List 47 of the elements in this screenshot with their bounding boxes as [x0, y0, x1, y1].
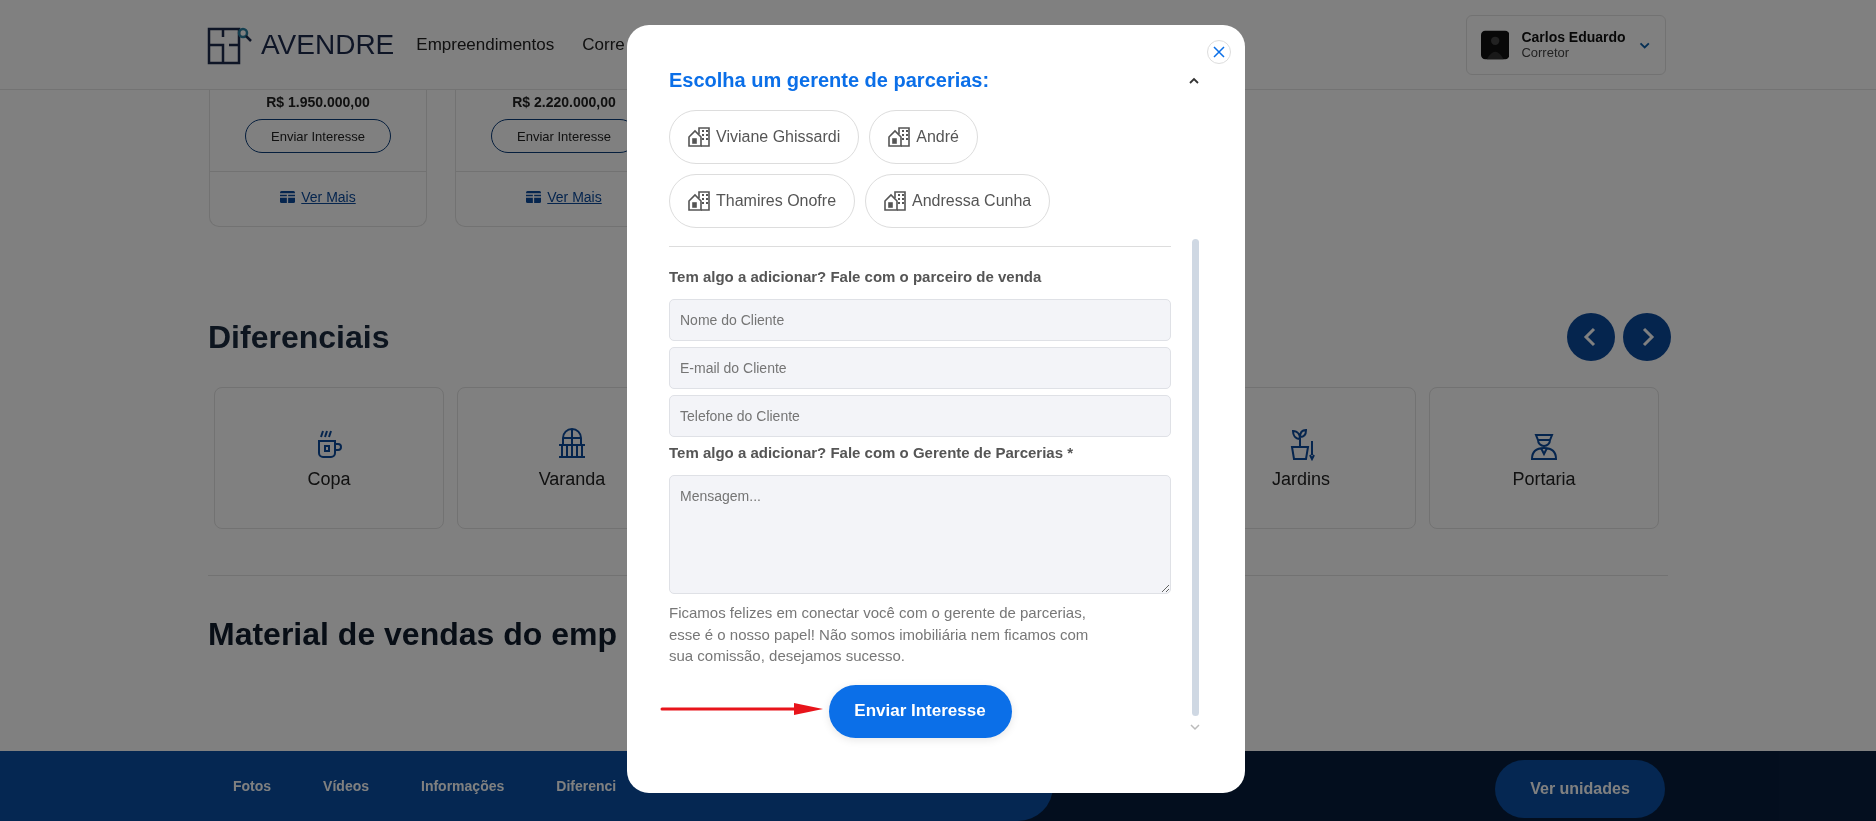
info-text: Ficamos felizes em conectar você com o gerente de parcerias, esse é o nosso papel! Não somos imobiliária nem ficamos com sua comissão, desejamos sucesso.	[669, 603, 1090, 666]
manager-chip[interactable]: Andressa Cunha	[865, 174, 1051, 228]
manager-chip[interactable]: André	[869, 110, 978, 164]
user-role: Corretor	[1521, 45, 1571, 60]
collapse-icon	[1189, 76, 1199, 85]
feature-label: Copa	[307, 468, 351, 490]
view-more-link[interactable]: Ver Mais	[547, 189, 602, 205]
section-title: Diferenciais	[208, 318, 390, 356]
input-field[interactable]: E-mail do Cliente	[669, 347, 1171, 389]
table-icon	[526, 191, 542, 203]
message-field[interactable]: Mensagem...	[669, 475, 1171, 594]
feature-label: Portaria	[1512, 468, 1576, 490]
table-icon	[280, 191, 296, 203]
section-tab[interactable]: Fotos	[233, 778, 272, 794]
section-tab[interactable]: Diferenci	[556, 778, 617, 794]
close-button[interactable]	[1207, 40, 1231, 64]
nav-link[interactable]: Corre	[582, 34, 625, 55]
buildings-icon	[888, 127, 911, 147]
section-tab[interactable]: Informações	[421, 778, 505, 794]
user-name: Carlos Eduardo	[1521, 29, 1626, 45]
submit-button[interactable]: Enviar Interesse	[828, 684, 1012, 738]
close-icon	[1213, 46, 1225, 58]
section-title: Material de vendas do emp	[208, 616, 617, 653]
units-button[interactable]: Ver unidades	[1495, 760, 1665, 818]
user-menu[interactable]: Carlos Eduardo Corretor	[1466, 14, 1666, 75]
interest-button[interactable]: Enviar Interesse	[245, 119, 391, 153]
nav-link[interactable]: Empreendimentos	[416, 34, 555, 55]
manager-chip[interactable]: Thamires Onofre	[669, 174, 856, 228]
form-label: Tem algo a adicionar? Fale com o Gerente de Parcerias *	[669, 443, 1075, 463]
input-field[interactable]: Telefone do Cliente	[669, 395, 1171, 437]
next-button[interactable]	[1623, 313, 1671, 361]
feature-label: Jardins	[1272, 468, 1330, 490]
price: R$ 2.220.000,00	[512, 94, 616, 110]
scroll-down-icon	[1190, 724, 1200, 731]
feature-label: Varanda	[538, 468, 606, 490]
previous-button[interactable]	[1567, 313, 1615, 361]
buildings-icon	[688, 127, 710, 147]
view-more-link[interactable]: Ver Mais	[301, 189, 356, 205]
modal-title: Escolha um gerente de parcerias:	[669, 69, 990, 92]
buildings-icon	[688, 191, 710, 211]
logo-text[interactable]: AVENDRE	[261, 28, 395, 61]
section-tab[interactable]: Vídeos	[323, 778, 369, 794]
input-field[interactable]: Nome do Cliente	[669, 299, 1171, 341]
price: R$ 1.950.000,00	[266, 94, 370, 110]
form-label: Tem algo a adicionar? Fale com o parceiro de venda	[669, 267, 1043, 287]
manager-chip[interactable]: Viviane Ghissardi	[669, 110, 860, 164]
buildings-icon	[884, 191, 907, 211]
